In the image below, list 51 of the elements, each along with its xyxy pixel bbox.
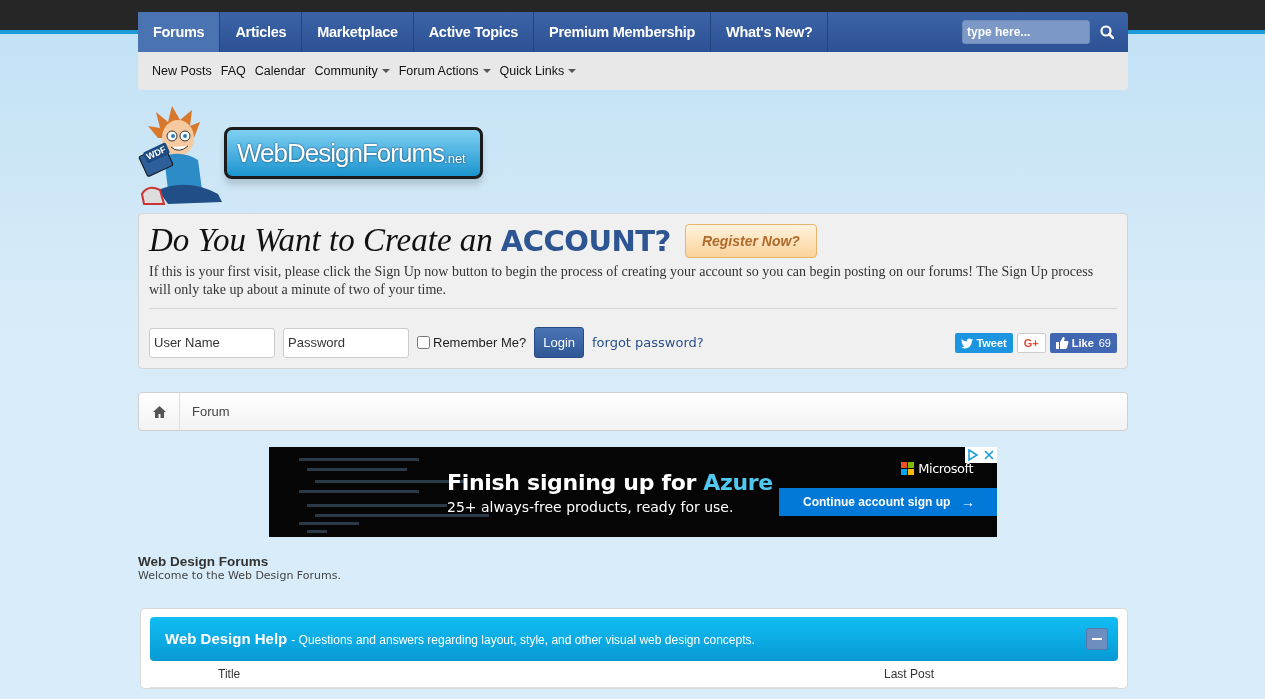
- search-icon: [1100, 25, 1114, 39]
- sub-nav-link[interactable]: New Posts: [152, 64, 212, 78]
- logo-suffix: .net: [444, 150, 466, 166]
- four-squares-logo-icon: [901, 462, 915, 475]
- advertisement-banner[interactable]: Finish signing up for Azure 25+ always-free products, ready for use. Microsoft Continue account sign up →: [269, 447, 997, 537]
- nav-tab[interactable]: Forums: [138, 12, 221, 52]
- remember-checkbox[interactable]: [417, 336, 430, 349]
- search-field[interactable]: type here...: [962, 20, 1090, 44]
- column-header: Title: [218, 667, 241, 681]
- signup-text: If this is your first visit, please click the Sign Up now button to begin the process of creating your account so you can begin posting on our forums! The Sign Up process will only take up about a minute of two of your time.: [149, 263, 1117, 309]
- breadcrumb-link[interactable]: Forum: [180, 404, 230, 419]
- login-button[interactable]: Login: [534, 327, 584, 358]
- minus-icon: [1092, 635, 1102, 643]
- like-count: 69: [1098, 336, 1111, 349]
- sub-nav-link[interactable]: Forum Actions: [398, 64, 491, 78]
- caret-icon: [381, 69, 390, 73]
- category-description: - Questions and answers regarding layout, style, and other visual web design concepts.: [291, 633, 755, 647]
- ad-subline: 25+ always-free products, ready for use.: [447, 498, 735, 515]
- ad-headline-emphasis: Azure: [703, 469, 773, 495]
- logo-text: WebDesignForums: [237, 139, 445, 166]
- section-subtitle: Welcome to the Web Design Forums.: [138, 569, 342, 582]
- search-button[interactable]: [1098, 23, 1116, 41]
- google-plus-button[interactable]: G+: [1016, 332, 1046, 353]
- arrow-glyph: →: [961, 494, 975, 510]
- play-triangle-icon: [967, 449, 979, 461]
- sub-nav-link[interactable]: Community: [314, 64, 390, 78]
- sub-nav-link[interactable]: FAQ: [220, 64, 246, 78]
- register-button[interactable]: Register Now?: [684, 223, 817, 258]
- ad-cta-button[interactable]: Continue account sign up →: [779, 488, 997, 516]
- ad-headline: Finish signing up for: [447, 469, 697, 495]
- close-icon: [983, 449, 995, 461]
- like-button[interactable]: Like 69: [1049, 332, 1117, 353]
- caret-icon: [482, 69, 491, 73]
- sub-nav-link[interactable]: Calendar: [254, 64, 306, 78]
- ad-close-button[interactable]: [981, 447, 997, 463]
- brand-name: Microsoft: [918, 461, 973, 476]
- column-header: Last Post: [883, 667, 934, 681]
- caret-icon: [568, 69, 577, 73]
- sub-nav-link[interactable]: Quick Links: [499, 64, 577, 78]
- home-icon: [152, 405, 166, 418]
- password-field[interactable]: Password: [283, 327, 409, 358]
- signup-heading: Do You Want to Create an: [149, 222, 493, 259]
- signup-heading-emphasis: ACCOUNT?: [500, 223, 671, 258]
- collapse-button[interactable]: [1086, 628, 1108, 650]
- thumbs-up-icon: [1055, 336, 1069, 349]
- section-title: Web Design Forums: [138, 554, 270, 569]
- bird-icon: [961, 336, 974, 349]
- remember-label: Remember Me?: [433, 335, 527, 350]
- username-field[interactable]: User Name: [149, 327, 275, 358]
- forgot-password-link[interactable]: forgot password?: [592, 335, 704, 350]
- ad-choices-button[interactable]: [965, 447, 981, 463]
